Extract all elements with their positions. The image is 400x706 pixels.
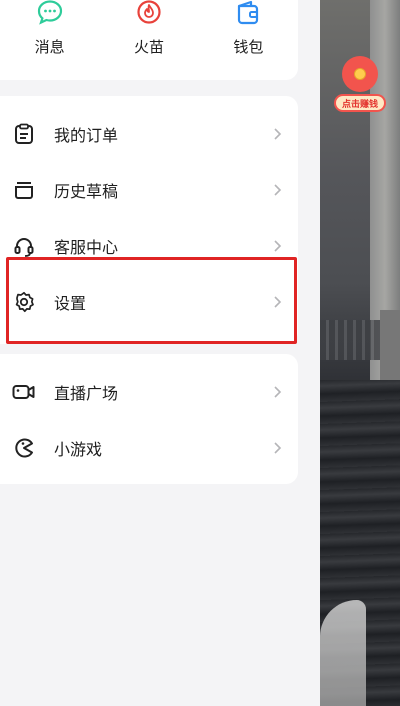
menu-item-customer-service[interactable]: 客服中心 [0, 218, 298, 274]
menu-group-primary: 我的订单 历史草稿 客服中心 设置 [0, 96, 298, 344]
video-scene-pillar-base [380, 310, 400, 380]
flame-icon [137, 0, 161, 24]
background-video[interactable]: 点击赚钱 [320, 0, 400, 706]
menu-item-live-plaza[interactable]: 直播广场 [0, 364, 298, 420]
video-scene-person [320, 600, 366, 706]
clipboard-icon [15, 123, 33, 144]
quick-action-label: 消息 [34, 38, 65, 56]
gear-icon [15, 291, 34, 313]
quick-action-flame[interactable]: 火苗 [99, 0, 198, 80]
earn-money-label: 点击赚钱 [334, 94, 386, 112]
menu-item-label: 历史草稿 [54, 182, 119, 201]
menu-item-label: 客服中心 [54, 238, 119, 257]
quick-action-wallet[interactable]: 钱包 [199, 0, 298, 80]
menu-item-settings[interactable]: 设置 [0, 274, 298, 330]
headset-icon [14, 238, 34, 257]
menu-item-label: 小游戏 [54, 440, 103, 459]
chevron-right-icon [274, 442, 282, 454]
quick-actions-card: 消息 火苗 钱包 [0, 0, 298, 80]
drafts-tray-icon [15, 182, 33, 199]
video-camera-icon [12, 385, 35, 399]
red-packet-icon [342, 56, 378, 92]
menu-item-label: 我的订单 [54, 126, 119, 145]
menu-item-mini-games[interactable]: 小游戏 [0, 420, 298, 476]
chevron-right-icon [274, 296, 282, 308]
chat-bubble-icon [37, 0, 62, 25]
coin-icon [354, 68, 366, 80]
menu-item-orders[interactable]: 我的订单 [0, 106, 298, 162]
earn-money-badge[interactable]: 点击赚钱 [334, 56, 386, 114]
chevron-right-icon [274, 240, 282, 252]
game-pacman-icon [15, 438, 33, 458]
menu-item-drafts[interactable]: 历史草稿 [0, 162, 298, 218]
wallet-icon [238, 0, 259, 25]
quick-action-label: 火苗 [133, 38, 164, 56]
chevron-right-icon [274, 184, 282, 196]
chevron-right-icon [274, 386, 282, 398]
chevron-right-icon [274, 128, 282, 140]
menu-item-label: 设置 [54, 294, 87, 313]
side-drawer: 消息 火苗 钱包 我的订单 历史草稿 客服中心 设置 直播广场 小游戏 [0, 0, 320, 706]
menu-item-label: 直播广场 [54, 384, 119, 403]
quick-action-messages[interactable]: 消息 [0, 0, 99, 80]
quick-action-label: 钱包 [233, 38, 264, 56]
menu-group-secondary: 直播广场 小游戏 [0, 354, 298, 484]
